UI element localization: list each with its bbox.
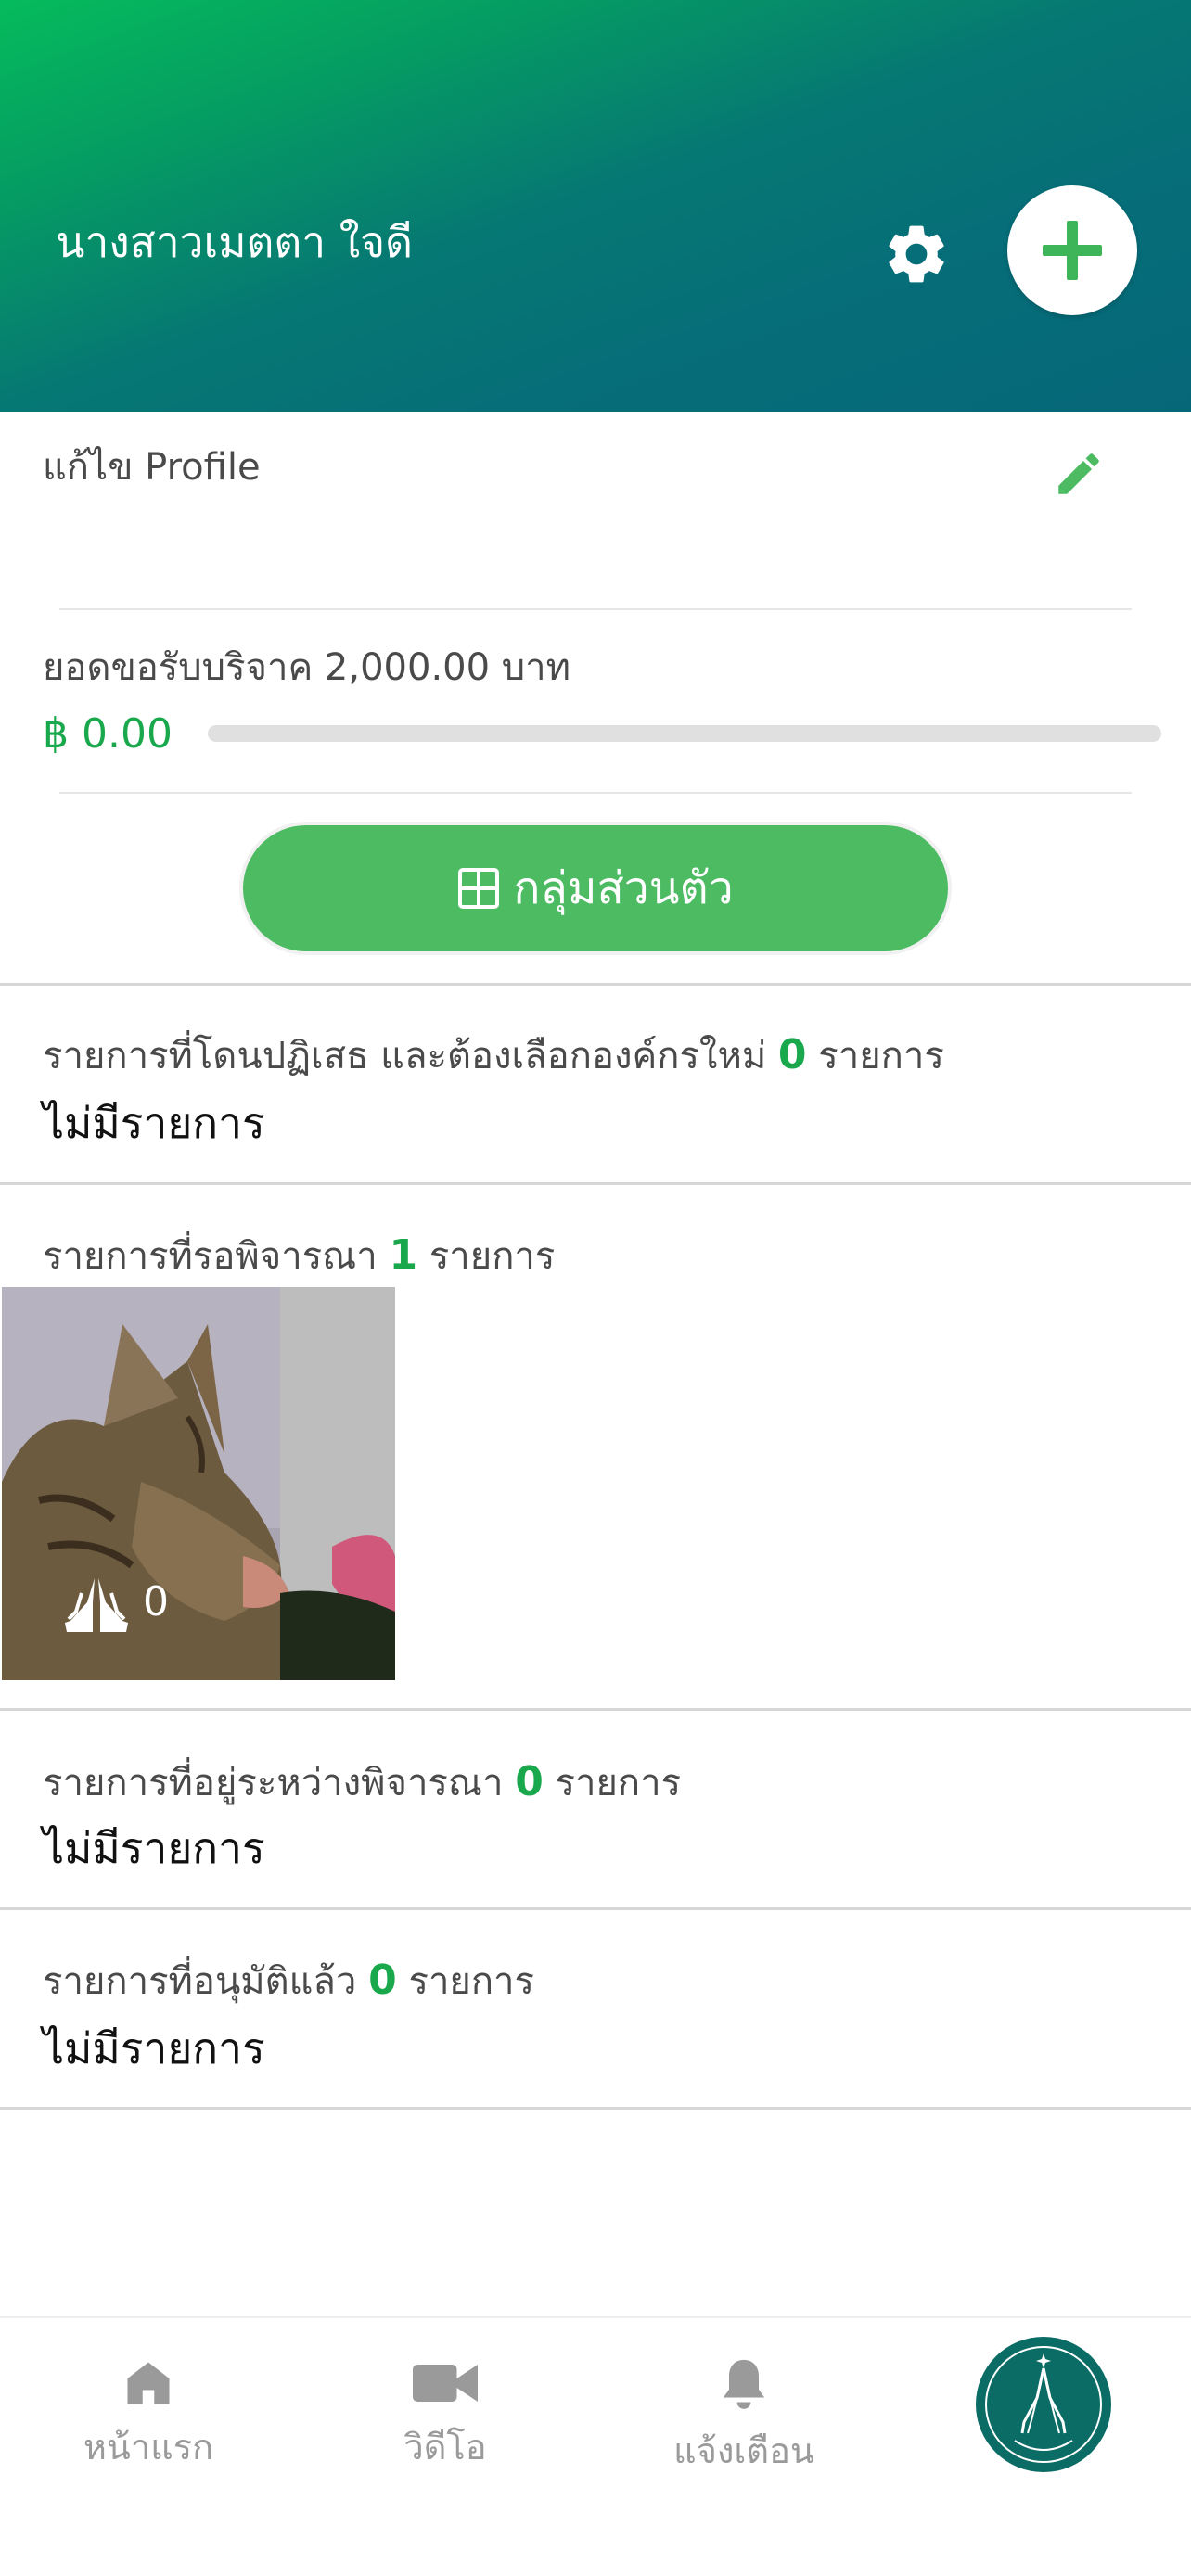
approved-section-title: รายการที่อนุมัติแล้ว 0 รายการ [43,1960,534,2001]
rejected-empty-text: ไม่มีรายการ [43,1098,265,1148]
section-divider [0,983,1191,986]
nav-home[interactable]: หน้าแรก [46,2355,250,2465]
section-title-suffix: รายการ [408,1960,534,2003]
divider [59,792,1132,794]
section-title-text: รายการที่อนุมัติแล้ว [43,1960,357,2003]
in-review-count: 0 [515,1758,544,1805]
nav-home-label: หน้าแรก [83,2427,214,2468]
nav-notifications[interactable]: แจ้งเตือน [642,2355,846,2468]
plus-icon [1043,221,1102,280]
nav-notifications-label: แจ้งเตือน [673,2430,814,2471]
profile-header: นางสาวเมตตา ใจดี [0,0,1191,412]
home-icon [127,2362,170,2404]
app-logo-icon [985,2346,1102,2463]
add-button[interactable] [1007,185,1137,315]
private-group-label: กลุ่มส่วนตัว [513,862,734,914]
approved-empty-text: ไม่มีรายการ [43,2023,265,2073]
rejected-count: 0 [777,1031,807,1078]
section-title-suffix: รายการ [429,1235,556,1278]
section-title-text: รายการที่โดนปฏิเสธ และต้องเลือกองค์กรใหม… [43,1035,767,1078]
video-camera-icon [413,2365,478,2402]
section-divider [0,1182,1191,1185]
section-title-suffix: รายการ [818,1035,944,1078]
user-name: นางสาวเมตตา ใจดี [56,217,414,267]
section-divider [0,2107,1191,2110]
in-review-empty-text: ไม่มีรายการ [43,1823,265,1873]
rejected-section-title: รายการที่โดนปฏิเสธ และต้องเลือกองค์กรใหม… [43,1035,944,1076]
section-title-text: รายการที่อยู่ระหว่างพิจารณา [43,1762,504,1804]
pray-count: 0 [143,1578,169,1626]
section-divider [0,1708,1191,1711]
section-title-text: รายการที่รอพิจารณา [43,1235,378,1278]
praying-hands-icon [65,1578,128,1632]
pending-item-thumbnail[interactable]: 0 [2,1287,395,1680]
private-group-button[interactable]: กลุ่มส่วนตัว [243,825,948,951]
nav-video-label: วิดีโอ [403,2427,487,2468]
section-title-suffix: รายการ [555,1762,682,1804]
donation-progress-bar [208,725,1161,742]
donation-goal: ยอดขอรับบริจาค 2,000.00 บาท [43,646,570,689]
gear-icon[interactable] [881,219,952,289]
section-divider [0,1907,1191,1910]
bell-icon [723,2359,765,2409]
nav-video[interactable]: วิดีโอ [343,2355,547,2465]
edit-profile-link[interactable]: แก้ไข Profile [43,449,261,486]
pending-count: 1 [389,1231,418,1279]
approved-count: 0 [368,1957,397,2004]
pencil-icon[interactable] [1052,447,1106,501]
in-review-section-title: รายการที่อยู่ระหว่างพิจารณา 0 รายการ [43,1762,681,1803]
pending-section-title: รายการที่รอพิจารณา 1 รายการ [43,1235,555,1276]
app-logo-button[interactable] [976,2337,1111,2472]
divider [59,608,1132,610]
donation-amount: ฿ 0.00 [43,710,173,758]
grid-icon [458,868,500,909]
